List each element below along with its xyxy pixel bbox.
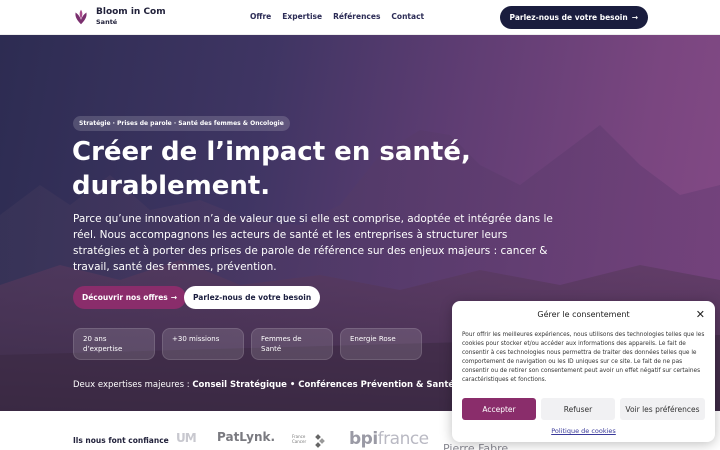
expertise-list: Conseil Stratégique • Conférences Préven… — [192, 380, 455, 390]
arrow-right-icon: → — [170, 293, 178, 302]
bpi-text: bpi — [349, 429, 378, 449]
discover-offers-button[interactable]: Découvrir nos offres → — [73, 286, 187, 309]
topics-pill: Stratégie · Prises de parole · Santé des… — [73, 116, 290, 131]
refuse-button[interactable]: Refuser — [541, 398, 615, 420]
stats-row: 20 ans d’expertise +30 missions Femmes d… — [73, 328, 422, 360]
contact-need-label: Parlez-nous de votre besoin — [193, 293, 312, 302]
brand-name: Bloom in Com — [96, 6, 166, 17]
stat-card-femmes-de-sante: Femmes de Santé — [251, 328, 333, 360]
svg-text:Cancer: Cancer — [292, 439, 306, 444]
consent-body: Pour offrir les meilleures expériences, … — [462, 332, 705, 383]
close-icon[interactable]: ✕ — [696, 308, 705, 321]
client-logo-patlynk: PatLynk. — [217, 430, 276, 444]
contact-need-button[interactable]: Parlez-nous de votre besoin — [184, 286, 321, 309]
header-cta-label: Parlez-nous de votre besoin — [509, 13, 628, 22]
cookie-policy-link[interactable]: Politique de cookies — [452, 427, 715, 435]
nav-references[interactable]: Références — [333, 12, 380, 21]
site-header: Bloom in Com Santé Offre Expertise Référ… — [0, 0, 720, 35]
nav-contact[interactable]: Contact — [391, 12, 424, 21]
expertise-prefix: Deux expertises majeures : — [73, 380, 190, 390]
brand-subtitle: Santé — [96, 18, 118, 27]
brand-logo[interactable]: Bloom in Com Santé — [72, 6, 166, 27]
client-logo-france-cancer: France Cancer — [292, 434, 325, 448]
logos-label: Ils nous font confiance — [73, 436, 169, 445]
nav-expertise[interactable]: Expertise — [282, 12, 322, 21]
client-logo-um: UM — [176, 431, 197, 445]
flower-icon — [75, 9, 87, 25]
stat-card-energie-rose: Energie Rose — [340, 328, 422, 360]
client-logo-pierre-fabre: Pierre Fabre — [443, 442, 509, 450]
france-text: france — [377, 429, 429, 449]
hero-lead: Parce qu’une innovation n’a de valeur qu… — [73, 213, 553, 273]
hero-title: Créer de l’impact en santé, durablement. — [72, 137, 471, 201]
accept-button[interactable]: Accepter — [462, 398, 536, 420]
stat-card-expertise: 20 ans d’expertise — [73, 328, 155, 360]
nav-offre[interactable]: Offre — [250, 12, 271, 21]
arrow-right-icon: → — [631, 13, 638, 22]
stat-card-missions: +30 missions — [162, 328, 244, 360]
expertise-line: Deux expertises majeures : Conseil Strat… — [73, 380, 454, 390]
client-logo-bpifrance: bpifrance — [349, 429, 429, 449]
cookie-consent-dialog: Gérer le consentement ✕ Pour offrir les … — [452, 301, 715, 442]
discover-offers-label: Découvrir nos offres — [82, 293, 168, 302]
consent-title: Gérer le consentement — [537, 310, 630, 319]
header-cta-button[interactable]: Parlez-nous de votre besoin → — [499, 6, 648, 29]
view-preferences-button[interactable]: Voir les préférences — [620, 398, 705, 420]
main-nav: Offre Expertise Références Contact — [250, 12, 424, 21]
